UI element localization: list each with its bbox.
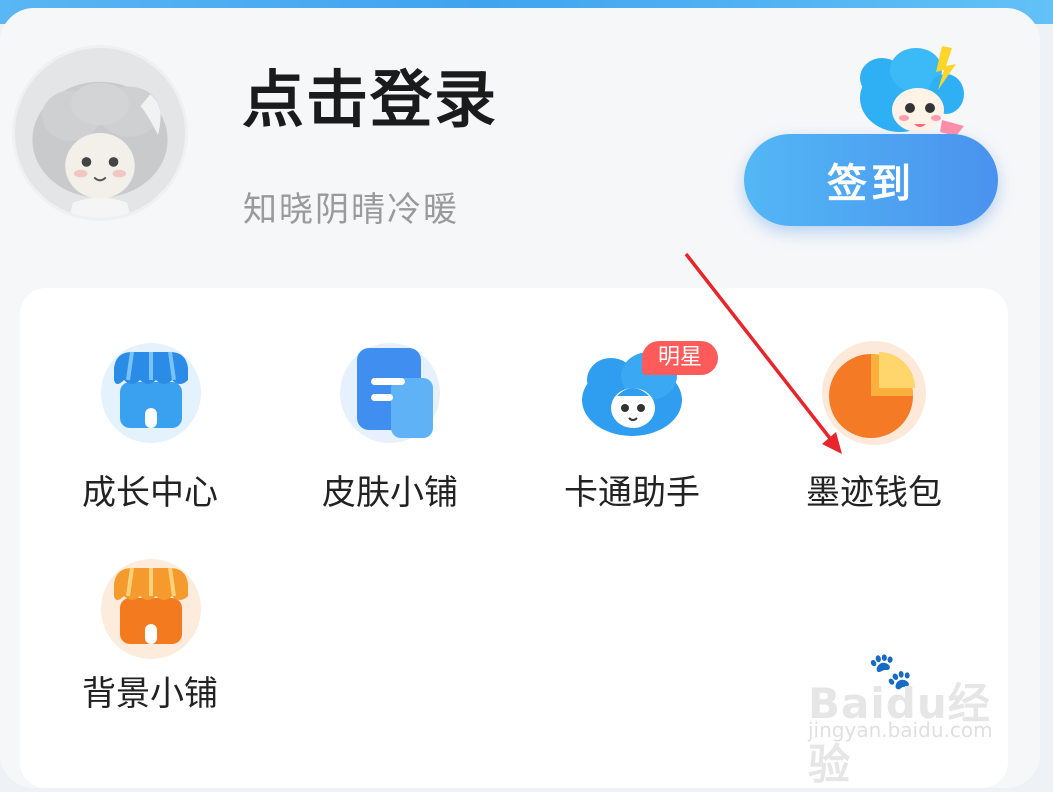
menu-item-skin-shop[interactable]: 皮肤小铺 <box>290 310 490 513</box>
star-badge: 明星 <box>642 341 718 375</box>
menu-item-background-shop[interactable]: 背景小铺 <box>50 532 250 714</box>
shop-icon <box>96 338 206 448</box>
menu-item-label: 成长中心 <box>82 473 218 513</box>
menu-item-cartoon-assistant[interactable]: 卡通助手 <box>532 310 732 513</box>
mascot-icon <box>852 40 972 140</box>
avatar[interactable] <box>12 45 188 221</box>
menu-item-label: 墨迹钱包 <box>806 473 942 513</box>
menu-item-growth-center[interactable]: 成长中心 <box>50 310 250 513</box>
pie-chart-icon <box>819 338 929 448</box>
menu-item-moji-wallet[interactable]: 墨迹钱包 <box>774 310 974 513</box>
shop-icon <box>96 554 206 664</box>
menu-item-label: 卡通助手 <box>564 473 700 513</box>
login-title[interactable]: 点击登录 <box>242 62 498 138</box>
document-icon <box>335 338 445 448</box>
profile-subtitle: 知晓阴晴冷暖 <box>243 190 459 230</box>
menu-item-label: 背景小铺 <box>82 674 218 714</box>
menu-item-label: 皮肤小铺 <box>322 473 458 513</box>
checkin-button[interactable]: 签到 <box>744 134 998 226</box>
avatar-illustration-icon <box>15 48 185 218</box>
